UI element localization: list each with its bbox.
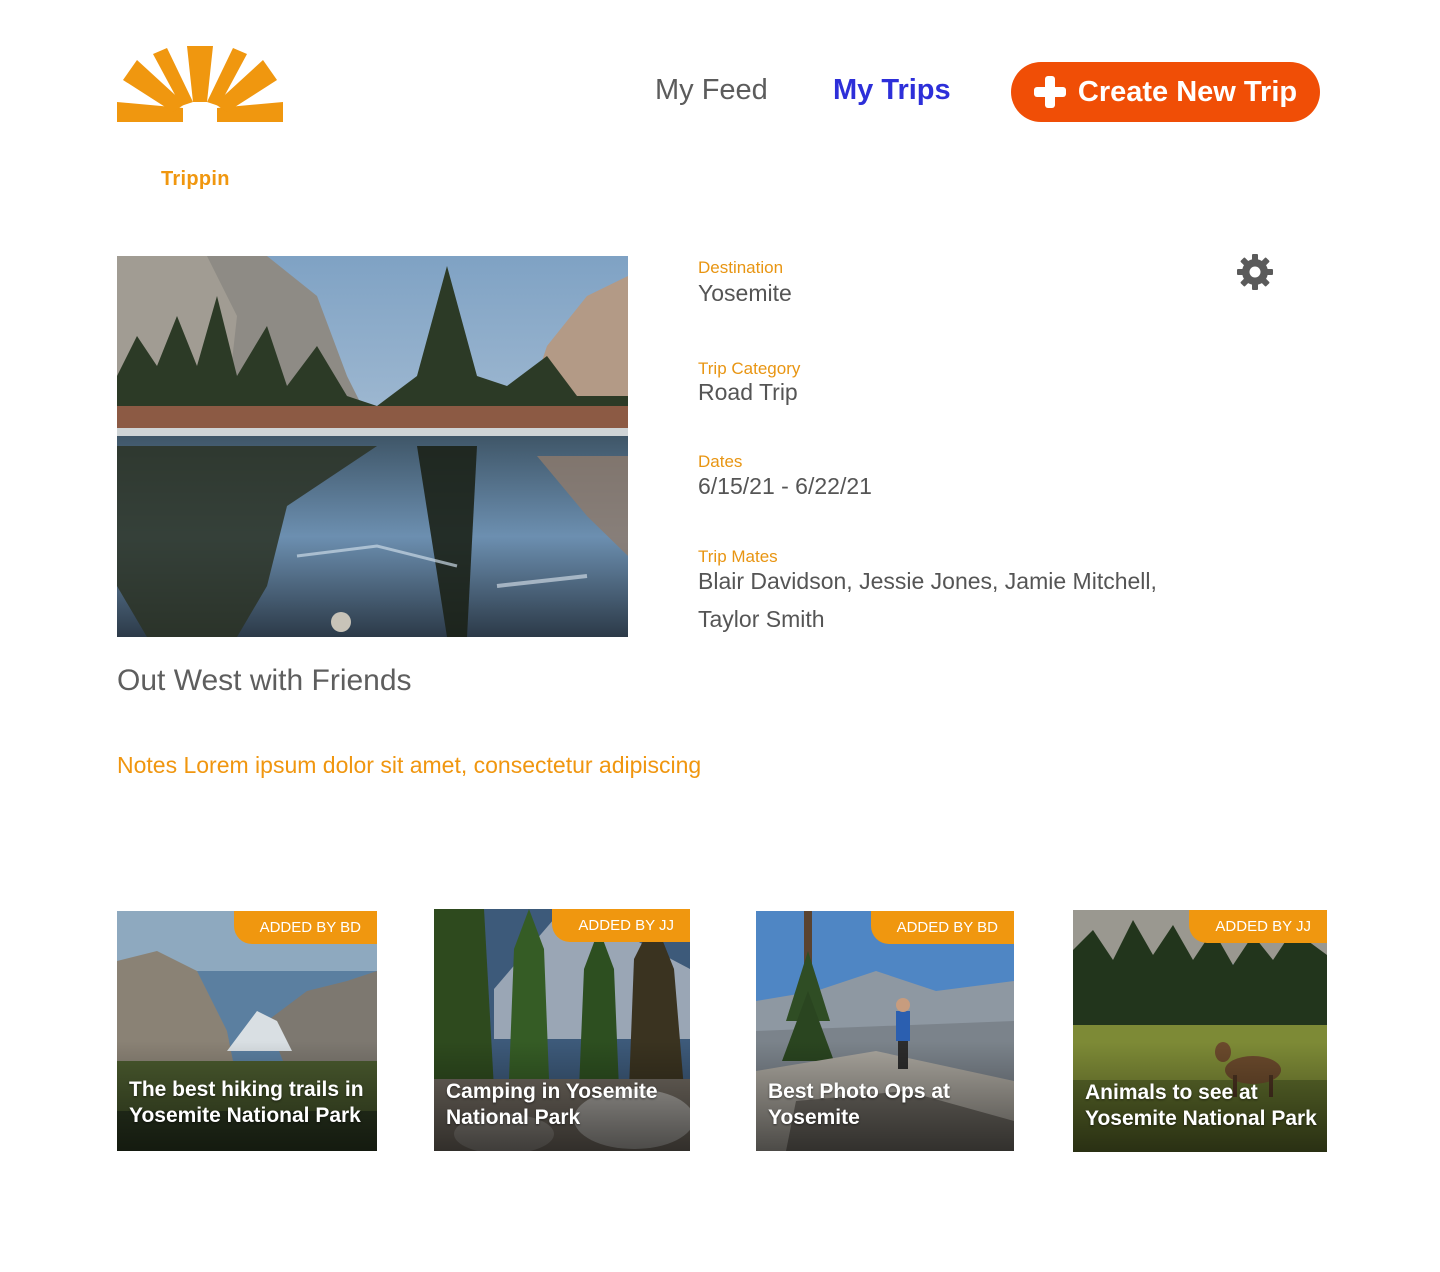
- logo-text: Trippin: [161, 168, 230, 190]
- added-by-badge: ADDED BY JJ: [1189, 910, 1327, 943]
- article-card-photo-ops[interactable]: ADDED BY BD Best Photo Ops at Yosemite: [756, 911, 1014, 1151]
- added-by-badge: ADDED BY JJ: [552, 909, 690, 942]
- article-card-hiking-trails[interactable]: ADDED BY BD The best hiking trails in Yo…: [117, 911, 377, 1151]
- nav-my-trips[interactable]: My Trips: [833, 74, 951, 107]
- trip-cover-image: [117, 256, 628, 637]
- trip-notes[interactable]: Notes Lorem ipsum dolor sit amet, consec…: [117, 752, 701, 779]
- article-card-animals[interactable]: ADDED BY JJ Animals to see at Yosemite N…: [1073, 910, 1327, 1152]
- create-new-trip-label: Create New Trip: [1077, 75, 1298, 108]
- destination-value: Yosemite: [698, 280, 792, 306]
- trip-mates-line-2: Taylor Smith: [698, 606, 825, 632]
- create-new-trip-button[interactable]: Create New Trip: [1011, 62, 1320, 122]
- trippin-logo[interactable]: Trippin: [115, 46, 285, 190]
- nav-my-feed[interactable]: My Feed: [655, 74, 768, 107]
- added-by-badge: ADDED BY BD: [233, 911, 377, 944]
- dates-value: 6/15/21 - 6/22/21: [698, 473, 872, 499]
- trip-category-value: Road Trip: [698, 379, 798, 405]
- added-by-badge: ADDED BY BD: [870, 911, 1014, 944]
- card-title: The best hiking trails in Yosemite Natio…: [129, 1078, 364, 1127]
- trip-mates-line-1: Blair Davidson, Jessie Jones, Jamie Mitc…: [698, 568, 1157, 594]
- card-title: Best Photo Ops at Yosemite: [768, 1080, 951, 1129]
- trip-title: Out West with Friends: [117, 664, 412, 697]
- article-card-camping[interactable]: ADDED BY JJ Camping in Yosemite National…: [434, 909, 690, 1151]
- plus-icon: [1033, 76, 1066, 108]
- gear-icon[interactable]: [1237, 254, 1273, 290]
- sun-logo-icon: [117, 46, 283, 122]
- card-title: Camping in Yosemite National Park: [446, 1080, 658, 1129]
- trip-detail-page: Trippin My Feed My Trips Create New Trip: [0, 0, 1440, 1272]
- card-title: Animals to see at Yosemite National Park: [1085, 1081, 1317, 1130]
